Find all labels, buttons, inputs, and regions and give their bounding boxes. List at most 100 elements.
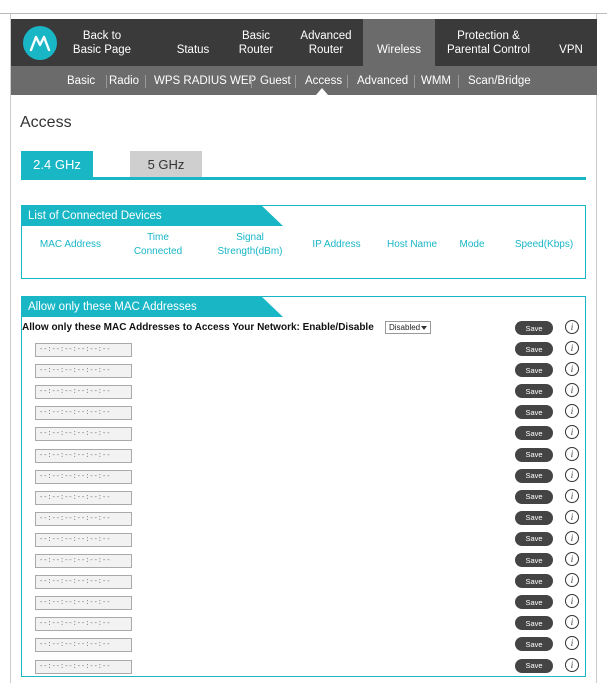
col-mac-address: MAC Address — [39, 239, 102, 250]
subnav-wmm[interactable]: WMM — [421, 66, 451, 95]
nav-wireless-label: Wireless — [376, 43, 422, 56]
mac-address-input[interactable]: --:--:--:--:--:-- — [35, 448, 132, 463]
mac-entry-row: --:--:--:--:--:-- Save i — [22, 488, 582, 509]
save-button[interactable]: Save — [515, 616, 553, 631]
save-button[interactable]: Save — [515, 595, 553, 610]
mac-address-input[interactable]: --:--:--:--:--:-- — [35, 364, 132, 379]
col-time-connected: Time Connected — [133, 232, 183, 257]
mac-address-input[interactable]: --:--:--:--:--:-- — [35, 406, 132, 421]
tab-5ghz[interactable]: 5 GHz — [130, 151, 202, 178]
mac-entry-row: --:--:--:--:--:-- Save i — [22, 551, 582, 572]
mac-filter-enable-row: Save i — [22, 319, 582, 340]
mac-entry-row: --:--:--:--:--:-- Save i — [22, 614, 582, 635]
info-icon[interactable]: i — [565, 594, 579, 609]
info-icon[interactable]: i — [565, 530, 579, 545]
nav-status[interactable]: Status — [168, 19, 218, 66]
mac-address-input[interactable]: --:--:--:--:--:-- — [35, 490, 132, 505]
nav-vpn[interactable]: VPN — [551, 19, 591, 66]
mac-address-input[interactable]: --:--:--:--:--:-- — [35, 617, 132, 632]
mac-address-input[interactable]: --:--:--:--:--:-- — [35, 596, 132, 611]
info-icon[interactable]: i — [565, 446, 579, 461]
mac-address-input[interactable]: --:--:--:--:--:-- — [35, 575, 132, 590]
page-title: Access — [20, 114, 72, 131]
info-icon[interactable]: i — [565, 657, 579, 672]
nav-back-to-basic-label: Back to Basic Page — [72, 29, 132, 56]
subnav-advanced[interactable]: Advanced — [357, 66, 408, 95]
info-icon[interactable]: i — [565, 362, 579, 377]
tab-5ghz-label: 5 GHz — [147, 157, 185, 172]
subnav-basic[interactable]: Basic — [67, 66, 95, 95]
mac-entry-row: --:--:--:--:--:-- Save i — [22, 361, 582, 382]
info-icon[interactable]: i — [565, 383, 579, 398]
nav-advanced-router-label: Advanced Router — [300, 29, 352, 56]
info-icon[interactable]: i — [565, 467, 579, 482]
save-button[interactable]: Save — [515, 489, 553, 504]
active-tab-caret-icon — [316, 88, 328, 95]
mac-address-input[interactable]: --:--:--:--:--:-- — [35, 343, 132, 357]
save-button[interactable]: Save — [515, 553, 553, 567]
mac-address-input[interactable]: --:--:--:--:--:-- — [35, 427, 132, 442]
save-button[interactable]: Save — [515, 384, 553, 399]
nav-protection-parental[interactable]: Protection & Parental Control — [441, 19, 536, 66]
info-icon[interactable]: i — [565, 615, 579, 630]
mac-address-input[interactable]: --:--:--:--:--:-- — [35, 532, 132, 547]
col-mode: Mode — [459, 239, 485, 250]
mac-entry-row: --:--:--:--:--:-- Save i — [22, 635, 582, 656]
subnav-divider — [458, 75, 459, 88]
info-icon[interactable]: i — [565, 425, 579, 440]
subnav-wmm-label: WMM — [421, 74, 452, 87]
tab-2-4ghz[interactable]: 2.4 GHz — [21, 151, 93, 178]
save-button[interactable]: Save — [515, 531, 553, 546]
save-button[interactable]: Save — [515, 468, 553, 483]
mac-entry-row: --:--:--:--:--:-- Save i — [22, 340, 582, 361]
col-ip-address: IP Address — [312, 239, 361, 250]
nav-basic-router-label: Basic Router — [238, 29, 274, 56]
save-button[interactable]: Save — [515, 342, 553, 356]
info-icon[interactable]: i — [565, 552, 579, 566]
info-icon[interactable]: i — [565, 636, 579, 651]
save-button[interactable]: Save — [515, 426, 553, 441]
nav-basic-router[interactable]: Basic Router — [231, 19, 281, 66]
subnav-basic-label: Basic — [67, 74, 96, 87]
mac-entry-row: --:--:--:--:--:-- Save i — [22, 572, 582, 593]
mac-entry-row: --:--:--:--:--:-- Save i — [22, 657, 582, 678]
nav-back-to-basic[interactable]: Back to Basic Page — [66, 19, 138, 66]
subnav-radio[interactable]: Radio — [109, 66, 139, 95]
save-button[interactable]: Save — [515, 447, 553, 462]
info-icon[interactable]: i — [565, 488, 579, 503]
col-host-name: Host Name — [386, 239, 437, 250]
info-icon[interactable]: i — [565, 573, 579, 588]
save-button[interactable]: Save — [515, 363, 553, 378]
subnav-advanced-label: Advanced — [357, 74, 409, 87]
info-icon[interactable]: i — [565, 320, 579, 334]
mac-entry-row: --:--:--:--:--:-- Save i — [22, 467, 582, 488]
mac-address-input[interactable]: --:--:--:--:--:-- — [35, 385, 132, 400]
save-button[interactable]: Save — [515, 510, 553, 525]
info-icon[interactable]: i — [565, 404, 579, 419]
mac-entry-row: --:--:--:--:--:-- Save i — [22, 530, 582, 551]
mac-address-input[interactable]: --:--:--:--:--:-- — [35, 554, 132, 568]
save-button[interactable]: Save — [515, 405, 553, 420]
connected-devices-title: List of Connected Devices — [21, 205, 283, 226]
subnav-divider — [251, 75, 252, 88]
col-signal-strength: Signal Strength(dBm) — [217, 232, 283, 257]
nav-advanced-router[interactable]: Advanced Router — [291, 19, 361, 66]
mac-address-input[interactable]: --:--:--:--:--:-- — [35, 511, 132, 526]
save-button[interactable]: Save — [515, 574, 553, 589]
save-button[interactable]: Save — [515, 321, 553, 335]
subnav-scan-bridge[interactable]: Scan/Bridge — [468, 66, 531, 95]
subnav-wps-radius-wep[interactable]: WPS RADIUS WEP — [154, 66, 256, 95]
mac-address-input[interactable]: --:--:--:--:--:-- — [35, 638, 132, 653]
mac-address-input[interactable]: --:--:--:--:--:-- — [35, 469, 132, 484]
info-icon[interactable]: i — [565, 341, 579, 355]
motorola-logo-icon[interactable] — [23, 26, 57, 60]
subnav-guest[interactable]: Guest — [260, 66, 291, 95]
secondary-nav: Basic Radio WPS RADIUS WEP Guest Access … — [11, 66, 597, 95]
save-button[interactable]: Save — [515, 637, 553, 652]
top-strip — [0, 0, 607, 14]
info-icon[interactable]: i — [565, 509, 579, 524]
mac-address-input[interactable]: --:--:--:--:--:-- — [35, 659, 132, 674]
connected-devices-title-text: List of Connected Devices — [28, 209, 162, 222]
save-button[interactable]: Save — [515, 658, 553, 673]
nav-wireless[interactable]: Wireless — [363, 19, 435, 66]
